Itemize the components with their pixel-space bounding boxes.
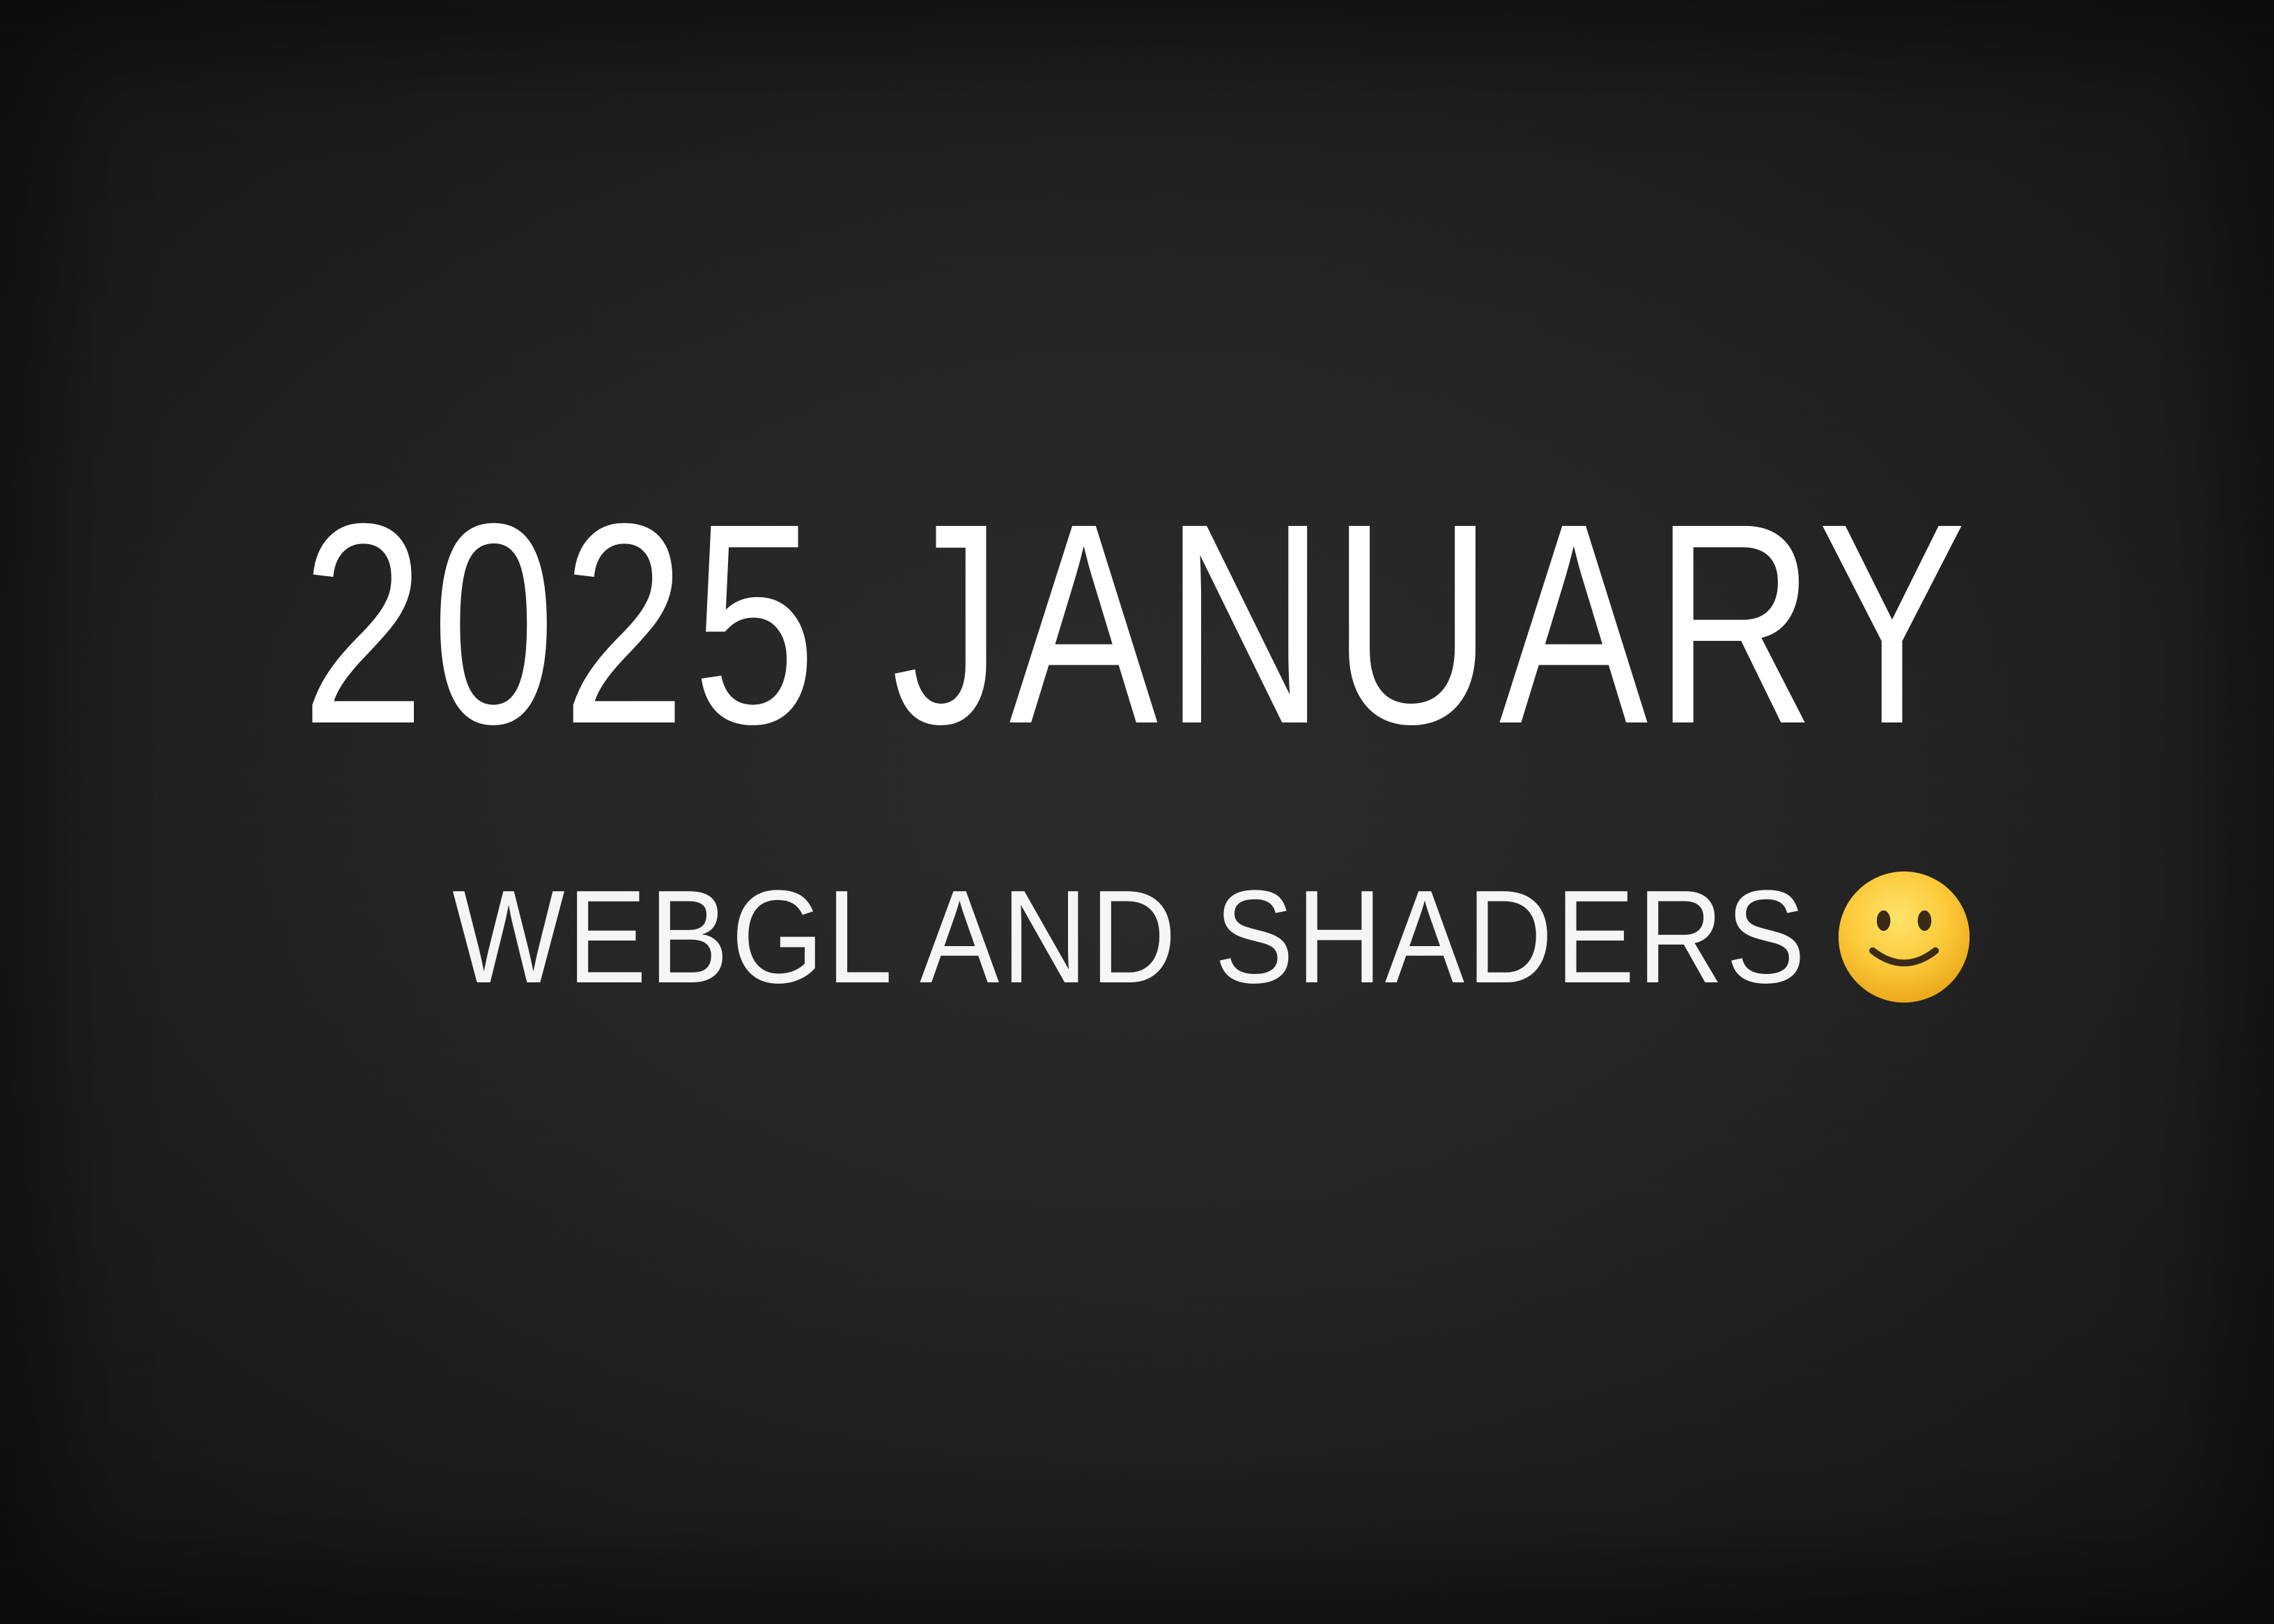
subtitle-row: WEBGL AND SHADERS: [0, 867, 2274, 1007]
slide-subtitle: WEBGL AND SHADERS: [452, 863, 1808, 1011]
background-vignette: [0, 0, 2274, 1624]
background-texture: [0, 0, 2274, 1624]
slide-canvas: 2025 JANUARY WEBGL AND SHADERS: [0, 0, 2274, 1624]
slide-title: 2025 JANUARY: [301, 464, 1973, 783]
slightly-smiling-face-icon: [1838, 871, 1970, 1003]
